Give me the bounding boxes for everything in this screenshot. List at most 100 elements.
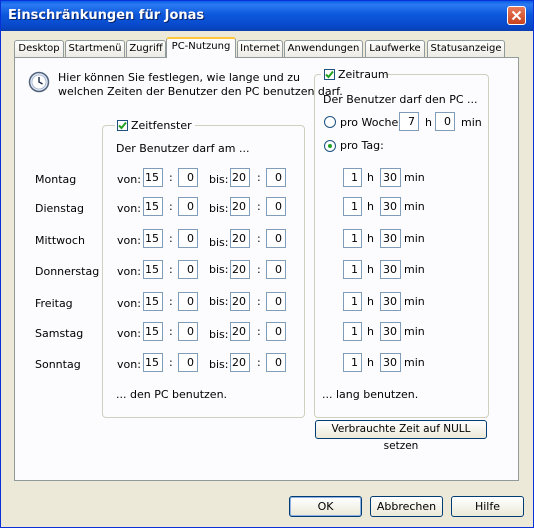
day-label: Dienstag: [35, 202, 85, 215]
hours-unit: h: [367, 263, 374, 276]
from-minute-field[interactable]: 0: [178, 260, 198, 279]
minutes-unit: min: [404, 356, 425, 369]
hours-field[interactable]: 1: [343, 353, 362, 372]
from-minute-field[interactable]: 0: [178, 168, 198, 187]
to-minute-field[interactable]: 0: [266, 353, 286, 372]
zeitraum-label: Zeitraum: [338, 68, 389, 81]
pro-woche-label: pro Woche: [340, 116, 399, 129]
hours-field[interactable]: 1: [343, 292, 362, 311]
hours-field[interactable]: 1: [343, 229, 362, 248]
hours-unit: h: [367, 200, 374, 213]
pro-tag-label: pro Tag:: [340, 139, 384, 152]
window-title: Einschränkungen für Jonas: [8, 8, 205, 23]
colon-separator: :: [169, 356, 173, 369]
hours-field[interactable]: 1: [343, 322, 362, 341]
minutes-unit: min: [404, 295, 425, 308]
to-hour-field[interactable]: 20: [230, 168, 250, 187]
to-hour-field[interactable]: 20: [230, 322, 250, 341]
minutes-unit: min: [404, 263, 425, 276]
hours-field[interactable]: 1: [343, 260, 362, 279]
to-minute-field[interactable]: 0: [266, 168, 286, 187]
minutes-field[interactable]: 30: [380, 260, 401, 279]
tab-internet[interactable]: Internet: [237, 40, 283, 57]
to-hour-field[interactable]: 20: [230, 260, 250, 279]
colon-separator: :: [257, 325, 261, 338]
to-minute-field[interactable]: 0: [266, 322, 286, 341]
tab-pc-nutzung[interactable]: PC-Nutzung: [166, 37, 236, 58]
hours-field[interactable]: 1: [343, 197, 362, 216]
tab-desktop[interactable]: Desktop: [14, 40, 64, 57]
tab-statusanzeige[interactable]: Statusanzeige: [427, 40, 505, 57]
to-hour-field[interactable]: 20: [230, 292, 250, 311]
hours-unit: h: [367, 325, 374, 338]
zeitfenster-label: Zeitfenster: [131, 119, 192, 132]
to-hour-field[interactable]: 20: [230, 353, 250, 372]
ok-button[interactable]: OK: [289, 496, 362, 517]
from-minute-field[interactable]: 0: [178, 197, 198, 216]
to-minute-field[interactable]: 0: [266, 197, 286, 216]
to-label: bis:: [209, 236, 229, 249]
pro-woche-minutes-field[interactable]: 0: [435, 112, 455, 131]
to-hour-field[interactable]: 20: [230, 229, 250, 248]
colon-separator: :: [169, 200, 173, 213]
tab-startmenu[interactable]: Startmenü: [65, 40, 125, 57]
zeitraum-header: Der Benutzer darf den PC ...: [323, 93, 478, 106]
from-label: von:: [117, 234, 141, 247]
pro-woche-radio[interactable]: [324, 116, 336, 128]
from-hour-field[interactable]: 15: [143, 292, 163, 311]
colon-separator: :: [169, 325, 173, 338]
minutes-unit: min: [404, 232, 425, 245]
tab-panel: Hier können Sie festlegen, wie lange und…: [14, 57, 519, 481]
minutes-field[interactable]: 30: [380, 292, 401, 311]
from-label: von:: [117, 327, 141, 340]
reset-used-time-button[interactable]: Verbrauchte Zeit auf NULL setzen: [315, 420, 487, 452]
pro-woche-hours-field[interactable]: 7: [399, 112, 419, 131]
hours-unit: h: [425, 116, 432, 129]
from-hour-field[interactable]: 15: [143, 168, 163, 187]
from-minute-field[interactable]: 0: [178, 353, 198, 372]
check-mark-icon: [325, 70, 334, 79]
minutes-field[interactable]: 30: [380, 353, 401, 372]
day-label: Donnerstag: [35, 265, 100, 278]
from-hour-field[interactable]: 15: [143, 322, 163, 341]
tab-anwendungen[interactable]: Anwendungen: [284, 40, 363, 57]
hours-unit: h: [367, 232, 374, 245]
to-minute-field[interactable]: 0: [266, 292, 286, 311]
from-hour-field[interactable]: 15: [143, 260, 163, 279]
to-minute-field[interactable]: 0: [266, 260, 286, 279]
from-label: von:: [117, 265, 141, 278]
cancel-button[interactable]: Abbrechen: [370, 496, 443, 517]
hours-field[interactable]: 1: [343, 168, 362, 187]
close-button[interactable]: [507, 6, 526, 25]
tab-zugriff[interactable]: Zugriff: [126, 40, 166, 57]
to-label: bis:: [209, 202, 229, 215]
zeitfenster-footer: ... den PC benutzen.: [116, 388, 228, 401]
from-minute-field[interactable]: 0: [178, 322, 198, 341]
minutes-unit: min: [404, 171, 425, 184]
from-minute-field[interactable]: 0: [178, 229, 198, 248]
minutes-field[interactable]: 30: [380, 322, 401, 341]
from-hour-field[interactable]: 15: [143, 353, 163, 372]
hours-unit: h: [367, 356, 374, 369]
minutes-field[interactable]: 30: [380, 197, 401, 216]
from-label: von:: [117, 202, 141, 215]
from-minute-field[interactable]: 0: [178, 292, 198, 311]
pro-tag-radio[interactable]: [324, 140, 336, 152]
zeitraum-checkbox[interactable]: [324, 69, 335, 80]
help-button[interactable]: Hilfe: [451, 496, 524, 517]
colon-separator: :: [257, 200, 261, 213]
colon-separator: :: [257, 263, 261, 276]
day-label: Montag: [35, 173, 77, 186]
to-minute-field[interactable]: 0: [266, 229, 286, 248]
tab-laufwerke[interactable]: Laufwerke: [365, 40, 425, 57]
minutes-unit: min: [404, 200, 425, 213]
from-hour-field[interactable]: 15: [143, 197, 163, 216]
minutes-field[interactable]: 30: [380, 229, 401, 248]
colon-separator: :: [257, 295, 261, 308]
minutes-field[interactable]: 30: [380, 168, 401, 187]
zeitfenster-checkbox[interactable]: [117, 120, 128, 131]
colon-separator: :: [169, 263, 173, 276]
title-bar[interactable]: Einschränkungen für Jonas: [1, 1, 533, 31]
to-hour-field[interactable]: 20: [230, 197, 250, 216]
from-hour-field[interactable]: 15: [143, 229, 163, 248]
